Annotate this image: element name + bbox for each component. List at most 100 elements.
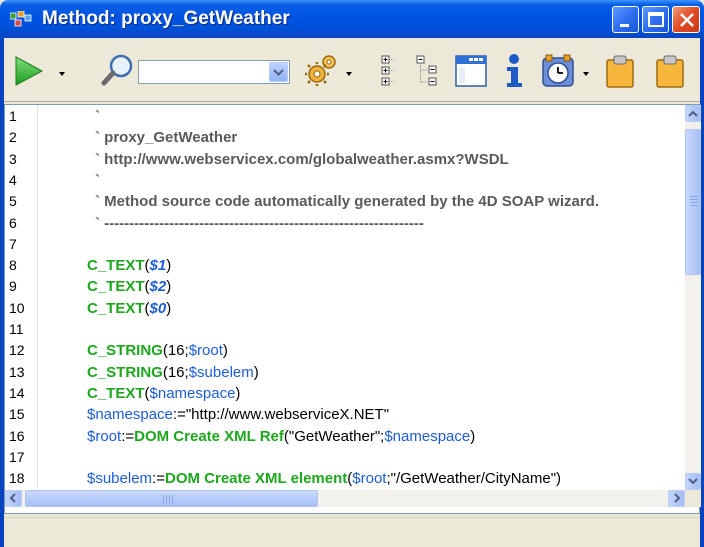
run-icon [15,56,44,86]
code-token: $namespace [149,384,236,402]
line-number: 11 [9,321,24,337]
vertical-scrollbar[interactable] [685,105,701,490]
code-line[interactable]: C_TEXT($0) [87,300,171,317]
code-editor[interactable]: 1 2 3 4 5 6 7 8 9 10 11 12 13 14 15 16 17 18 ` ` proxy_Get… [4,104,701,514]
settings-button[interactable] [304,52,356,88]
timer-button[interactable] [540,52,592,90]
magnifier-icon [101,54,133,86]
code-token: C_TEXT [87,257,145,275]
run-button[interactable] [12,54,70,88]
search-button[interactable] [100,52,136,90]
thumb-grip [172,495,173,503]
code-line[interactable]: C_TEXT($2) [87,278,171,295]
code-line[interactable]: ` Method source code automatically gener… [95,193,599,210]
chevron-down-icon [273,69,284,76]
code-token: ) [222,342,228,360]
minimize-button[interactable] [612,6,639,33]
clipboard-icon [606,55,634,88]
code-token: ;"/GetWeather/CityName") [386,470,562,488]
scroll-right-button[interactable] [668,490,685,507]
timer-dropdown-arrow[interactable] [583,72,589,76]
code-token: := [121,427,135,445]
title-bar[interactable]: Method: proxy_GetWeather [0,0,704,38]
line-number: 14 [9,384,25,401]
code-area[interactable]: ` ` proxy_GetWeather ` http://www.webservi… [39,105,684,490]
chevron-right-icon [674,493,681,503]
clipboard-button-1[interactable] [604,52,636,90]
code-token: $subelem [188,363,254,381]
line-number: 15 [9,406,25,423]
code-line[interactable]: $root:=DOM Create XML Ref("GetWeather";$… [87,428,475,445]
code-token: ) [470,427,476,445]
expand-button[interactable] [414,52,444,90]
code-token: $namespace [384,427,471,445]
code-line[interactable]: ` http://www.webservicex.com/globalweath… [95,151,509,168]
maximize-button[interactable] [642,6,669,33]
code-token: C_STRING [87,363,163,381]
horizontal-scroll-thumb[interactable] [25,490,318,507]
chevron-down-icon [688,478,698,485]
line-number: 2 [9,129,17,146]
toolbar [4,40,700,102]
code-line[interactable]: C_STRING(16;$root) [87,342,228,359]
code-token: := [152,470,165,488]
scroll-left-button[interactable] [5,490,22,507]
collapse-tree-icon [381,55,395,86]
code-line[interactable]: C_STRING(16;$subelem) [87,364,259,381]
line-number: 9 [9,278,17,295]
thumb-grip [690,202,698,203]
info-button[interactable] [500,52,528,90]
code-token: DOM Create XML element [164,470,348,488]
scroll-up-button[interactable] [685,105,701,122]
chevron-left-icon [9,493,16,503]
code-line[interactable]: $subelem:=DOM Create XML element($root;"… [87,470,561,487]
code-token: ` proxy_GetWeather [95,129,238,147]
line-number: 5 [9,193,17,210]
line-number: 13 [9,363,25,380]
form-button[interactable] [454,52,488,90]
code-token: $root [188,342,223,360]
code-token: $root [87,427,122,445]
code-token: ) [166,257,172,275]
line-number: 6 [9,214,17,231]
code-token: $2 [149,278,167,296]
info-icon [507,54,522,87]
chevron-up-icon [688,110,698,117]
scrollbar-corner [685,490,701,507]
settings-dropdown-arrow[interactable] [346,72,352,76]
line-number: 12 [9,342,25,359]
code-line[interactable]: C_TEXT($1) [87,257,171,274]
thumb-grip [169,495,170,503]
code-token: DOM Create XML Ref [134,427,284,445]
window-title: Method: proxy_GetWeather [42,8,290,29]
code-line[interactable]: ` [95,108,100,125]
run-dropdown-arrow[interactable] [59,72,65,76]
code-token: (16; [162,363,189,381]
line-number: 16 [9,427,25,444]
status-bar [4,517,700,543]
code-line[interactable]: C_TEXT($namespace) [87,385,240,402]
thumb-grip [690,196,698,197]
line-number: 8 [9,257,17,274]
thumb-grip [166,495,167,503]
line-number: 18 [9,470,25,487]
close-icon [680,13,694,27]
vertical-scroll-thumb[interactable] [685,129,701,275]
code-line[interactable]: ` --------------------------------------… [95,215,424,232]
code-token: ` http://www.webservicex.com/globalweath… [95,150,509,168]
code-line[interactable]: ` [95,172,100,189]
line-number: 4 [9,171,17,188]
horizontal-scrollbar[interactable] [5,490,685,507]
clipboard-button-2[interactable] [654,52,686,90]
combo-dropdown-button[interactable] [269,62,288,82]
collapse-button[interactable] [378,52,400,90]
expand-tree-icon [416,55,437,86]
code-line[interactable]: $namespace:="http://www.webserviceX.NET" [87,406,389,423]
scroll-down-button[interactable] [685,473,701,490]
code-token: C_TEXT [87,299,145,317]
method-icon [10,11,32,27]
close-button[interactable] [672,6,700,33]
code-token: $namespace [87,406,173,424]
search-combo[interactable] [138,60,290,84]
code-line[interactable]: ` proxy_GetWeather [95,129,237,146]
